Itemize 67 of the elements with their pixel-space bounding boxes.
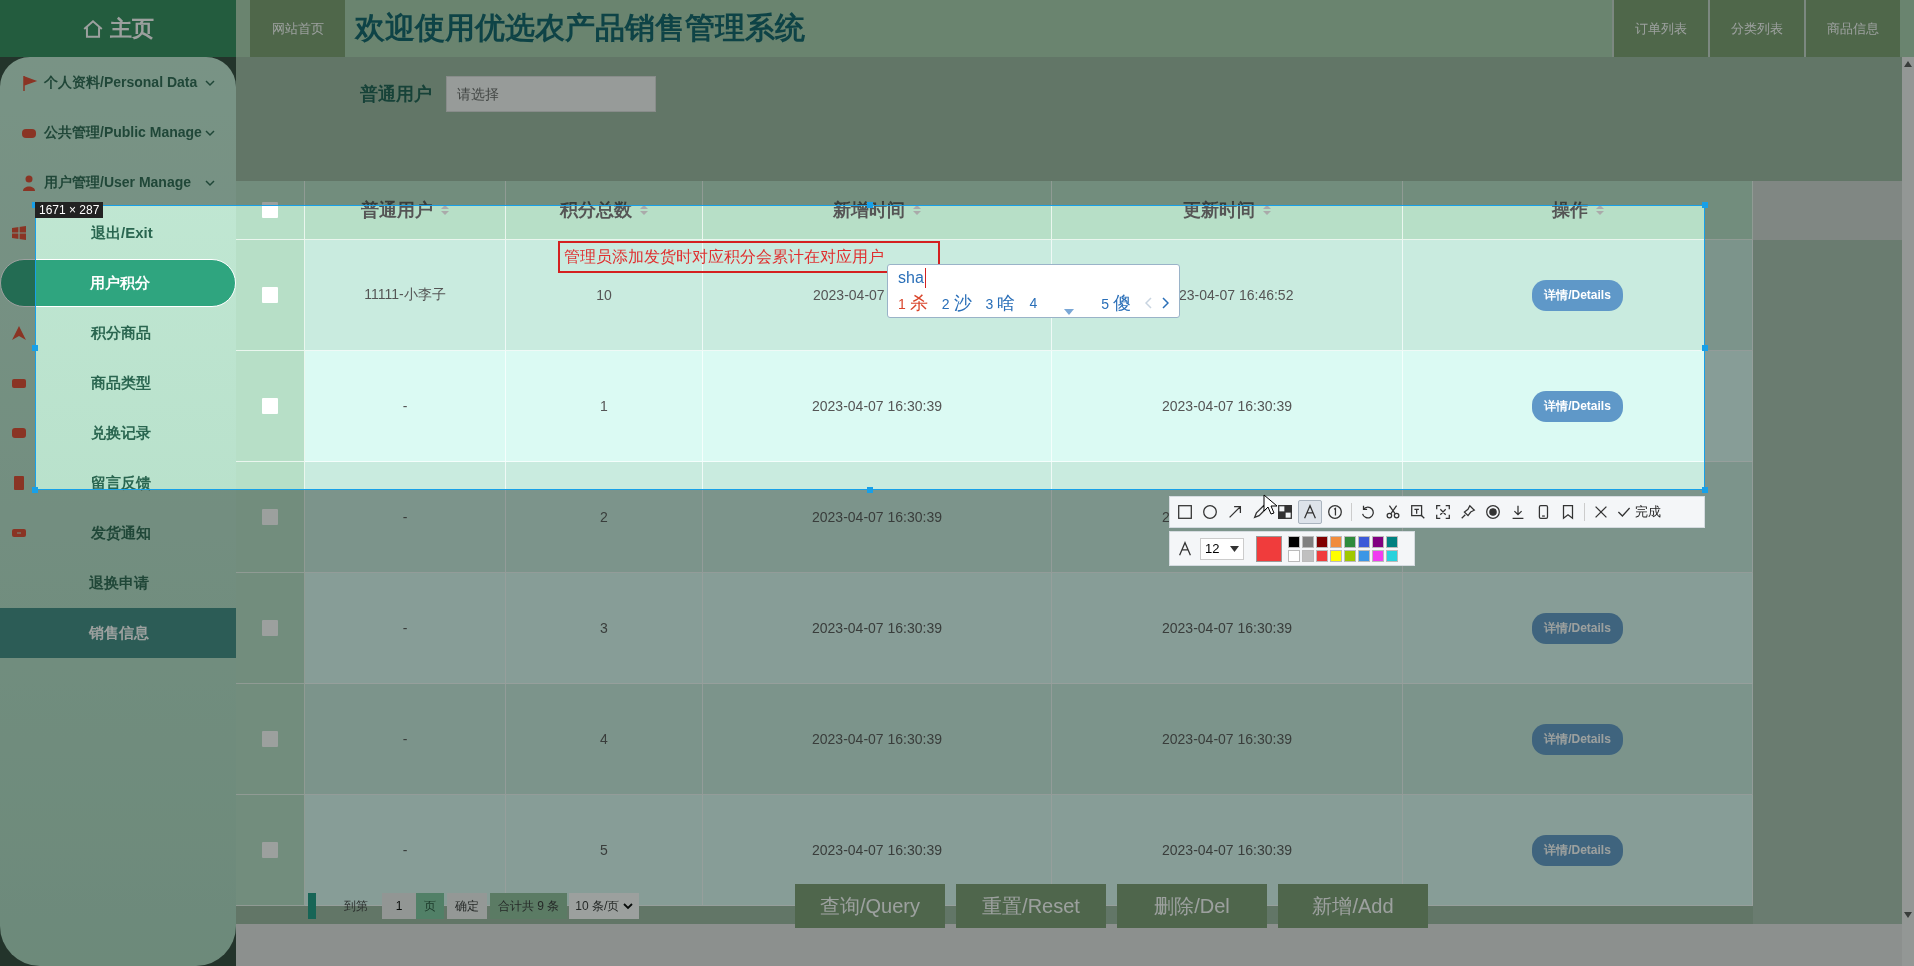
ime-input-text: sha	[898, 268, 926, 288]
nav-link[interactable]: 分类列表	[1708, 0, 1804, 57]
ime-candidate[interactable]: 1 杀	[898, 291, 928, 315]
submenu-item[interactable]: 商品类型	[0, 364, 236, 402]
submenu-item[interactable]: 兑换记录	[0, 414, 236, 452]
details-button[interactable]: 详情/Details	[1532, 834, 1623, 866]
table-cell: 23-04-07 16:46:52	[1179, 287, 1294, 303]
table-cell: 2023-04-07 16:30:39	[812, 398, 942, 414]
home-link[interactable]: 网站首页	[250, 0, 345, 57]
table-cell: 3	[600, 620, 608, 636]
action-button[interactable]: 新增/Add	[1278, 884, 1428, 928]
table-cell: 5	[600, 842, 608, 858]
table-cell: 2023-04-07 16:30:39	[812, 509, 942, 525]
done-button[interactable]: 完成	[1614, 503, 1663, 521]
table-cell: 2	[1162, 509, 1170, 525]
table-cell: 11111-小李子	[364, 286, 446, 304]
page-unit-label: 页	[416, 893, 444, 919]
ime-candidate[interactable]: 2 沙	[941, 291, 972, 315]
table-cell: -	[402, 398, 408, 414]
table-cell: 10	[596, 287, 612, 303]
menu-item[interactable]: 公共管理/Public Manage	[0, 114, 236, 152]
submenu-item[interactable]: 积分商品	[0, 314, 236, 352]
submenu-item[interactable]: 退换申请	[0, 564, 236, 602]
table-cell: 2023-04-07 16:30:39	[812, 731, 942, 747]
table-cell: 2023-04-07 16:30:39	[812, 842, 942, 858]
total-count: 合计共 9 条	[490, 893, 568, 919]
table-cell: 2023-04-07 16:30:39	[1162, 398, 1292, 414]
table-cell: -	[402, 620, 408, 636]
logo-text: 主页	[110, 14, 154, 43]
details-button[interactable]: 详情/Details	[1532, 390, 1623, 422]
table-cell: 2023-04-07	[813, 287, 885, 303]
confirm-button[interactable]: 确定	[447, 893, 487, 919]
action-button[interactable]: 重置/Reset	[956, 884, 1106, 928]
table-cell: 2	[600, 509, 608, 525]
table-cell: -	[402, 731, 408, 747]
ime-candidate[interactable]: 5 傻	[1101, 291, 1131, 315]
action-button[interactable]: 查询/Query	[795, 884, 945, 928]
submenu-item[interactable]: 销售信息	[0, 608, 236, 658]
menu-item[interactable]: 个人资料/Personal Data	[0, 64, 236, 102]
ime-candidate[interactable]: 3 啥	[985, 291, 1016, 315]
page-input[interactable]: 1	[382, 893, 416, 919]
details-button[interactable]: 详情/Details	[1532, 723, 1623, 755]
action-button[interactable]: 删除/Del	[1117, 884, 1267, 928]
filter-label: 普通用户	[360, 83, 432, 106]
font-size-select[interactable]: 12	[1200, 537, 1244, 560]
table-cell: -	[402, 509, 408, 525]
table-cell: 4	[600, 731, 608, 747]
menu-item[interactable]: 用户管理/User Manage	[0, 164, 236, 202]
submenu-item[interactable]: 用户积分	[0, 259, 236, 307]
submenu-item[interactable]: 发货通知	[0, 514, 236, 552]
nav-link[interactable]: 商品信息	[1804, 0, 1900, 57]
details-button[interactable]: 详情/Details	[1532, 279, 1623, 311]
logo-area[interactable]: 主页	[0, 0, 236, 57]
ime-candidate[interactable]: 4	[1029, 295, 1038, 311]
nav-link[interactable]: 订单列表	[1612, 0, 1708, 57]
table-cell: 2023-04-07 16:30:39	[1162, 620, 1292, 636]
table-cell: 2023-04-07 16:30:39	[1162, 731, 1292, 747]
page-size-select[interactable]: 10 条/页	[569, 893, 640, 919]
user-select[interactable]: 请选择	[446, 76, 656, 112]
goto-label: 到第	[343, 897, 369, 915]
table-cell: 2023-04-07 16:30:39	[1162, 842, 1292, 858]
table-cell: 2023-04-07 16:30:39	[812, 620, 942, 636]
table-cell: -	[402, 842, 408, 858]
table-cell: 1	[600, 398, 608, 414]
page-title: 欢迎使用优选农产品销售管理系统	[355, 10, 805, 46]
selection-size-label: 1671 × 287	[35, 202, 104, 218]
details-button[interactable]: 详情/Details	[1532, 612, 1623, 644]
